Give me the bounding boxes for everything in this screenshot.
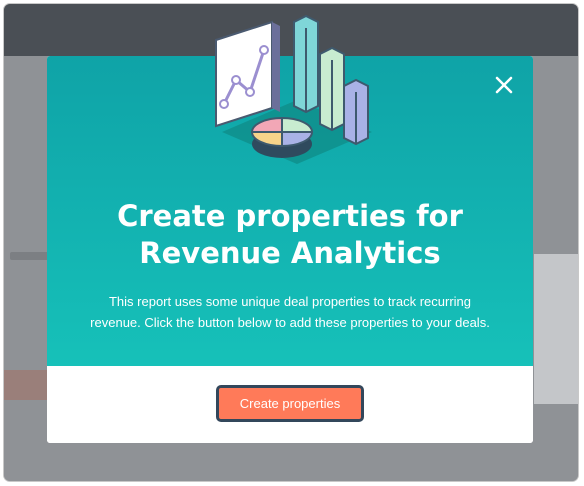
background-text xyxy=(10,252,50,260)
create-properties-button[interactable]: Create properties xyxy=(216,385,364,422)
modal-description: This report uses some unique deal proper… xyxy=(90,294,490,330)
analytics-illustration-icon xyxy=(215,14,372,164)
modal-title-line-2: Revenue Analytics xyxy=(139,236,441,270)
close-icon[interactable] xyxy=(493,74,515,96)
create-properties-modal: Create properties for Revenue Analytics … xyxy=(47,14,533,443)
modal-title-line-1: Create properties for xyxy=(117,199,463,233)
background-accent xyxy=(4,370,48,400)
background-card xyxy=(534,254,578,404)
modal-title: Create properties for Revenue Analytics xyxy=(47,198,533,272)
